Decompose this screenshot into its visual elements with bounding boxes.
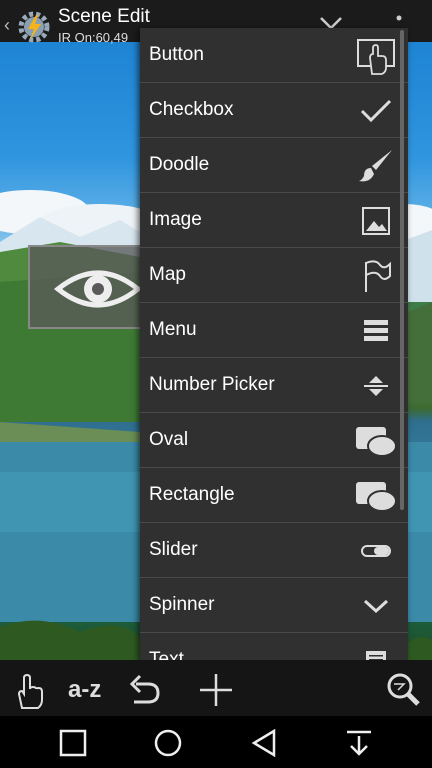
oval-icon <box>356 427 396 457</box>
menu-item-spinner[interactable]: Spinner <box>140 578 408 633</box>
up-down-arrows-icon <box>364 376 388 396</box>
square-icon[interactable] <box>58 728 88 758</box>
menu-item-label: Checkbox <box>149 99 234 120</box>
menu-item-text[interactable]: Text <box>140 633 408 660</box>
eye-icon <box>53 270 143 308</box>
menu-item-doodle[interactable]: Doodle <box>140 138 408 193</box>
menu-item-number-picker[interactable]: Number Picker <box>140 358 408 413</box>
circle-icon[interactable] <box>153 728 183 758</box>
download-arrow-icon[interactable] <box>344 728 374 758</box>
paintbrush-icon <box>359 150 392 182</box>
menu-item-checkbox[interactable]: Checkbox <box>140 83 408 138</box>
menu-scrollbar[interactable] <box>400 30 404 510</box>
menu-item-button[interactable]: Button <box>140 28 408 83</box>
menu-item-menu[interactable]: Menu <box>140 303 408 358</box>
triangle-back-icon[interactable] <box>249 728 279 758</box>
tasker-gear-icon[interactable] <box>16 9 52 45</box>
magnifier-icon[interactable] <box>384 670 422 710</box>
menu-item-label: Number Picker <box>149 374 275 395</box>
menu-item-label: Slider <box>149 539 198 560</box>
sort-az-button[interactable]: a-z <box>68 676 101 704</box>
menu-item-slider[interactable]: Slider <box>140 523 408 578</box>
flag-icon <box>365 260 391 292</box>
menu-item-rectangle[interactable]: Rectangle <box>140 468 408 523</box>
page-title: Scene Edit <box>58 6 150 27</box>
chevron-down-icon <box>363 599 389 614</box>
button-touch-icon <box>357 39 395 75</box>
rectangle-icon <box>356 482 396 512</box>
menu-item-label: Menu <box>149 319 197 340</box>
checkmark-icon <box>360 99 392 123</box>
image-icon <box>362 207 390 235</box>
menu-item-label: Map <box>149 264 186 285</box>
text-icon <box>366 651 386 660</box>
bottom-toolbar <box>0 660 432 716</box>
menu-item-label: Image <box>149 209 202 230</box>
eye-scene-element[interactable] <box>28 245 158 329</box>
menu-item-label: Spinner <box>149 594 215 615</box>
menu-item-label: Rectangle <box>149 484 235 505</box>
undo-icon[interactable] <box>128 670 162 710</box>
hand-pointer-icon[interactable] <box>12 670 46 710</box>
menu-item-label: Oval <box>149 429 189 450</box>
system-nav-bar <box>0 716 432 768</box>
chevron-left-icon[interactable]: ‹ <box>4 16 10 34</box>
menu-item-oval[interactable]: Oval <box>140 413 408 468</box>
menu-item-label: Doodle <box>149 154 210 175</box>
plus-icon[interactable] <box>198 670 234 710</box>
menu-item-label: Button <box>149 44 204 65</box>
menu-item-label: Text <box>149 649 184 660</box>
slider-icon <box>361 545 391 557</box>
menu-item-image[interactable]: Image <box>140 193 408 248</box>
page-subtitle: IR On:60,49 <box>58 30 129 45</box>
menu-item-map[interactable]: Map <box>140 248 408 303</box>
element-type-menu: Button Checkbox Doodle Image Map Menu Nu… <box>140 28 408 660</box>
list-icon <box>364 320 388 341</box>
